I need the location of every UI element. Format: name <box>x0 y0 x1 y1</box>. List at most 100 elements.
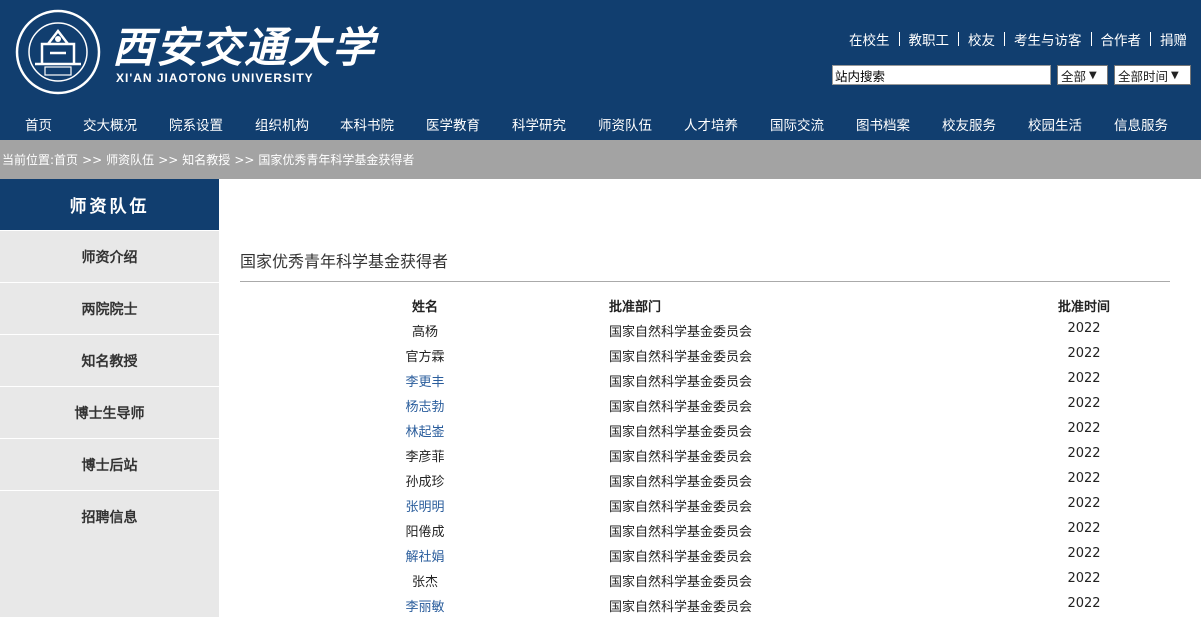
breadcrumb-current[interactable]: 国家优秀青年科学基金获得者 <box>258 151 414 168</box>
sidebar-item-academicians[interactable]: 两院院士 <box>0 282 219 334</box>
breadcrumb-prefix: 当前位置: <box>2 153 55 167</box>
name-cell[interactable]: 林起崟 <box>385 421 465 440</box>
nav-about[interactable]: 交大概况 <box>83 114 137 134</box>
year-cell: 2022 <box>1067 546 1101 561</box>
department-cell: 国家自然科学基金委员会 <box>609 525 753 540</box>
department-cell: 国家自然科学基金委员会 <box>609 475 753 490</box>
table-row: 张明明 国家自然科学基金委员会 2022 <box>240 492 1170 517</box>
chevron-down-icon: ▼ <box>1171 69 1179 81</box>
nav-home[interactable]: 首页 <box>25 114 52 134</box>
nav-medical[interactable]: 医学教育 <box>426 114 480 134</box>
column-header-department: 批准部门 <box>609 300 662 315</box>
department-cell: 国家自然科学基金委员会 <box>609 550 753 565</box>
department-cell: 国家自然科学基金委员会 <box>609 400 753 415</box>
table-row: 林起崟 国家自然科学基金委员会 2022 <box>240 417 1170 442</box>
table-row: 解社娟 国家自然科学基金委员会 2022 <box>240 542 1170 567</box>
link-visitors[interactable]: 考生与访客 <box>1014 29 1082 49</box>
divider <box>1090 32 1092 46</box>
sidebar-item-phd-supervisors[interactable]: 博士生导师 <box>0 386 219 438</box>
department-cell: 国家自然科学基金委员会 <box>609 375 753 390</box>
department-cell: 国家自然科学基金委员会 <box>609 350 753 365</box>
table-row: 高杨 国家自然科学基金委员会 2022 <box>240 317 1170 342</box>
divider <box>240 281 1170 282</box>
awardee-table: 姓名 批准部门 批准时间 高杨 国家自然科学基金委员会 2022 官方霖 国家自然科学基… <box>240 292 1170 617</box>
name-cell: 官方霖 <box>405 350 445 365</box>
search-input[interactable] <box>832 65 1051 85</box>
name-cell[interactable]: 解社娟 <box>385 546 465 565</box>
nav-schools[interactable]: 院系设置 <box>169 114 223 134</box>
nav-faculty[interactable]: 师资队伍 <box>598 114 652 134</box>
divider <box>1004 32 1005 46</box>
site-header: 西安交通大学 XI'AN JIAOTONG UNIVERSITY 在校生 教职工… <box>0 0 1201 140</box>
divider <box>898 32 900 46</box>
link-donate[interactable]: 捐赠 <box>1160 29 1187 49</box>
divider <box>1150 32 1151 46</box>
name-cell: 高杨 <box>411 325 438 340</box>
department-cell: 国家自然科学基金委员会 <box>609 325 753 340</box>
sidebar-item-recruitment[interactable]: 招聘信息 <box>0 490 219 542</box>
breadcrumb-professors[interactable]: 知名教授 <box>182 151 230 168</box>
table-row: 孙成珍 国家自然科学基金委员会 2022 <box>240 467 1170 492</box>
nav-talent[interactable]: 人才培养 <box>684 114 738 134</box>
nav-library[interactable]: 图书档案 <box>856 114 910 134</box>
university-emblem-icon[interactable] <box>15 9 101 95</box>
name-cell[interactable]: 李丽敏 <box>385 596 465 615</box>
breadcrumb-faculty[interactable]: 师资队伍 <box>106 151 154 168</box>
link-partners[interactable]: 合作者 <box>1101 29 1142 49</box>
chevron-down-icon: ▼ <box>1089 69 1097 81</box>
name-cell: 张杰 <box>411 575 438 590</box>
year-cell: 2022 <box>1067 471 1101 486</box>
year-cell: 2022 <box>1067 496 1101 511</box>
year-cell: 2022 <box>1067 521 1101 536</box>
breadcrumb-separator: >> <box>82 152 103 167</box>
link-students[interactable]: 在校生 <box>849 29 890 49</box>
logo-chinese-name[interactable]: 西安交通大学 <box>112 14 376 75</box>
divider <box>958 32 959 46</box>
table-row: 李丽敏 国家自然科学基金委员会 2022 <box>240 592 1170 617</box>
table-header: 姓名 批准部门 批准时间 <box>240 292 1170 317</box>
name-cell[interactable]: 李更丰 <box>385 371 465 390</box>
logo-english-name[interactable]: XI'AN JIAOTONG UNIVERSITY <box>116 71 314 85</box>
department-cell: 国家自然科学基金委员会 <box>609 450 753 465</box>
search-time-value: 全部时间 <box>1118 68 1169 84</box>
year-cell: 2022 <box>1067 371 1101 386</box>
year-cell: 2022 <box>1067 596 1101 611</box>
table-row: 李更丰 国家自然科学基金委员会 2022 <box>240 367 1170 392</box>
year-cell: 2022 <box>1067 321 1101 336</box>
breadcrumb: 当前位置: 首页 >> 师资队伍 >> 知名教授 >> 国家优秀青年科学基金获得… <box>0 140 1201 179</box>
column-header-year: 批准时间 <box>1057 300 1110 315</box>
sidebar-title: 师资队伍 <box>0 179 219 230</box>
sidebar-item-professors[interactable]: 知名教授 <box>0 334 219 386</box>
sidebar-item-postdoc[interactable]: 博士后站 <box>0 438 219 490</box>
nav-colleges[interactable]: 本科书院 <box>340 114 394 134</box>
search-scope-select[interactable]: 全部 ▼ <box>1057 65 1108 85</box>
nav-alumni-service[interactable]: 校友服务 <box>942 114 996 134</box>
breadcrumb-separator: >> <box>234 152 255 167</box>
link-alumni[interactable]: 校友 <box>968 29 995 49</box>
breadcrumb-separator: >> <box>158 152 179 167</box>
name-cell: 李彦菲 <box>405 450 445 465</box>
department-cell: 国家自然科学基金委员会 <box>609 600 753 615</box>
year-cell: 2022 <box>1067 346 1101 361</box>
department-cell: 国家自然科学基金委员会 <box>609 425 753 440</box>
link-faculty[interactable]: 教职工 <box>909 29 950 49</box>
nav-international[interactable]: 国际交流 <box>770 114 824 134</box>
year-cell: 2022 <box>1067 421 1101 436</box>
breadcrumb-home[interactable]: 首页 <box>54 151 78 168</box>
sidebar-item-faculty-intro[interactable]: 师资介绍 <box>0 230 219 282</box>
site-search: 全部 ▼ 全部时间 ▼ <box>832 65 1191 85</box>
nav-campus-life[interactable]: 校园生活 <box>1028 114 1082 134</box>
nav-research[interactable]: 科学研究 <box>512 114 566 134</box>
name-cell: 孙成珍 <box>405 475 445 490</box>
department-cell: 国家自然科学基金委员会 <box>609 575 753 590</box>
name-cell[interactable]: 张明明 <box>385 496 465 515</box>
nav-organization[interactable]: 组织机构 <box>255 114 309 134</box>
year-cell: 2022 <box>1067 396 1101 411</box>
name-cell: 阳倦成 <box>405 525 445 540</box>
search-time-select[interactable]: 全部时间 ▼ <box>1114 65 1191 85</box>
name-cell[interactable]: 杨志勃 <box>385 396 465 415</box>
table-row: 李彦菲 国家自然科学基金委员会 2022 <box>240 442 1170 467</box>
nav-info-service[interactable]: 信息服务 <box>1114 114 1168 134</box>
column-header-name: 姓名 <box>411 300 438 315</box>
department-cell: 国家自然科学基金委员会 <box>609 500 753 515</box>
